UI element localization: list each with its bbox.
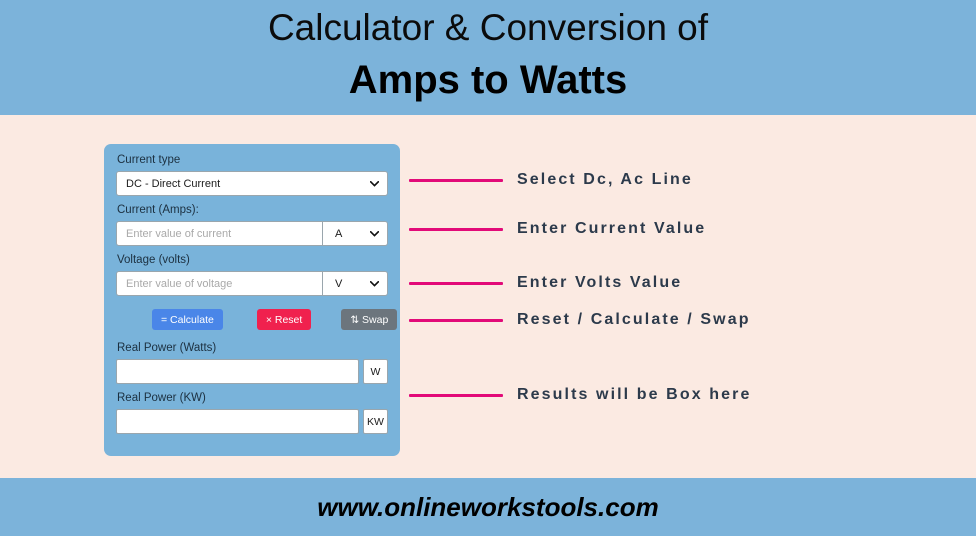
real-power-watts-unit: W (363, 359, 388, 384)
voltage-unit-value: V (335, 277, 343, 290)
current-type-label: Current type (117, 154, 181, 166)
annotation-label: Results will be Box here (517, 386, 752, 403)
annotation-label: Select Dc, Ac Line (517, 171, 693, 188)
footer-site-url: www.onlineworkstools.com (317, 491, 659, 522)
real-power-kw-label: Real Power (KW) (117, 392, 206, 404)
real-power-watts-group: W (116, 359, 388, 384)
current-unit-value: A (335, 227, 343, 240)
real-power-kw-group: KW (116, 409, 388, 434)
annotation-label: Enter Volts Value (517, 274, 683, 291)
action-button-row: = Calculate × Reset ⇅ Swap (152, 309, 398, 330)
chevron-down-icon (366, 272, 382, 295)
page-root: Calculator & Conversion of Amps to Watts… (0, 0, 976, 536)
current-amps-input[interactable]: Enter value of current (116, 221, 322, 246)
current-amps-group: Enter value of current A (116, 221, 388, 246)
current-amps-label: Current (Amps): (117, 204, 199, 216)
current-amps-placeholder: Enter value of current (126, 227, 232, 240)
real-power-kw-unit: KW (363, 409, 388, 434)
page-title-line1: Calculator & Conversion of (267, 7, 709, 48)
reset-button[interactable]: × Reset (256, 309, 312, 330)
header-banner: Calculator & Conversion of Amps to Watts (0, 0, 976, 115)
footer-banner: www.onlineworkstools.com (0, 478, 976, 536)
current-type-select[interactable]: DC - Direct Current (116, 171, 388, 196)
real-power-watts-label: Real Power (Watts) (117, 342, 217, 354)
annotation-row: Results will be Box here (409, 386, 751, 404)
current-type-value: DC - Direct Current (126, 177, 221, 190)
annotation-leader-line (409, 318, 503, 322)
annotation-row: Enter Current Value (409, 220, 706, 238)
annotation-row: Select Dc, Ac Line (409, 171, 693, 189)
chevron-down-icon (366, 172, 382, 195)
voltage-placeholder: Enter value of voltage (126, 277, 233, 290)
voltage-label: Voltage (volts) (117, 254, 190, 266)
voltage-group: Enter value of voltage V (116, 271, 388, 296)
annotation-label: Enter Current Value (517, 220, 707, 237)
annotation-label: Reset / Calculate / Swap (517, 311, 751, 328)
annotation-leader-line (409, 393, 503, 397)
page-title-line2: Amps to Watts (348, 58, 628, 102)
current-unit-select[interactable]: A (322, 221, 388, 246)
real-power-kw-input[interactable] (116, 409, 359, 434)
calculate-button[interactable]: = Calculate (152, 309, 223, 330)
voltage-input[interactable]: Enter value of voltage (116, 271, 322, 296)
annotation-leader-line (409, 281, 503, 285)
calculator-card: Current type DC - Direct Current Current… (104, 144, 400, 456)
voltage-unit-select[interactable]: V (322, 271, 388, 296)
real-power-watts-input[interactable] (116, 359, 359, 384)
annotation-leader-line (409, 227, 503, 231)
chevron-down-icon (366, 222, 382, 245)
annotation-leader-line (409, 178, 503, 182)
swap-button[interactable]: ⇅ Swap (341, 309, 398, 330)
annotation-row: Reset / Calculate / Swap (409, 311, 751, 329)
annotation-row: Enter Volts Value (409, 274, 682, 292)
